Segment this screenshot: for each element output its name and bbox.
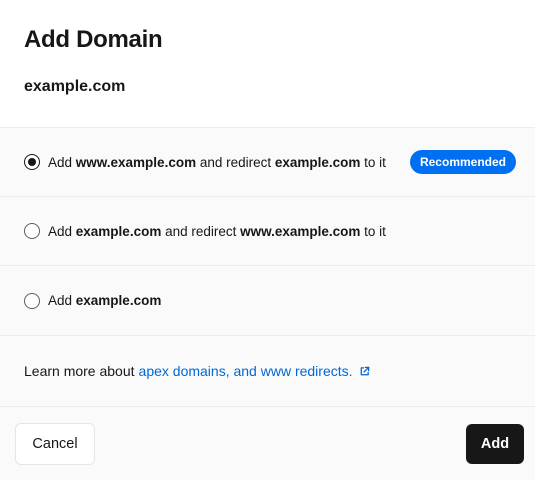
option-label: Add www.example.com and redirect example…: [48, 154, 386, 170]
learn-more: Learn more about apex domains, and www r…: [0, 336, 535, 407]
cancel-button[interactable]: Cancel: [15, 422, 95, 465]
option-apex-only[interactable]: Add example.com: [0, 266, 535, 336]
dialog-title: Add Domain: [24, 26, 163, 53]
domain-name: example.com: [24, 78, 126, 95]
add-domain-dialog: Add Domain example.com Add www.example.c…: [0, 0, 535, 481]
add-button[interactable]: Add: [466, 423, 524, 464]
learn-more-prefix: Learn more about: [24, 363, 135, 379]
dialog-footer: Cancel Add: [0, 407, 535, 480]
radio-button-selected[interactable]: [24, 154, 40, 170]
recommended-badge: Recommended: [409, 150, 516, 174]
option-www-redirect[interactable]: Add www.example.com and redirect example…: [0, 128, 535, 197]
option-apex-redirect[interactable]: Add example.com and redirect www.example…: [0, 197, 535, 266]
option-label: Add example.com: [48, 293, 162, 308]
radio-button[interactable]: [24, 223, 40, 239]
dialog-header: Add Domain example.com: [0, 0, 535, 128]
option-label: Add example.com and redirect www.example…: [48, 223, 386, 239]
radio-button[interactable]: [24, 292, 40, 309]
learn-more-link[interactable]: apex domains, and www redirects.: [139, 363, 370, 379]
external-link-icon: [360, 366, 369, 376]
redirect-options: Add www.example.com and redirect example…: [0, 128, 535, 336]
